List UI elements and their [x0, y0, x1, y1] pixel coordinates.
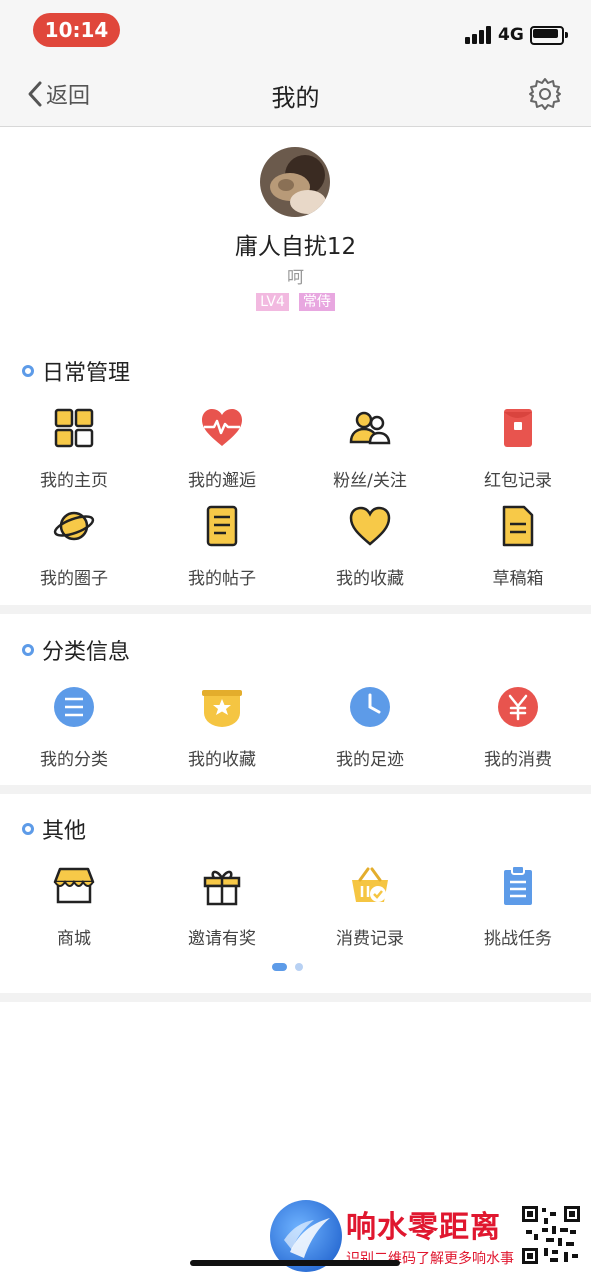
menu-item-fans-follow[interactable]: 粉丝/关注 [296, 406, 444, 491]
section-divider [0, 605, 591, 614]
level-badge: LV4 [256, 293, 289, 311]
list-icon [54, 687, 94, 727]
network-type: 4G [498, 25, 524, 45]
heart-icon [349, 506, 391, 546]
badge-row: LV4 常侍 [0, 293, 591, 311]
red-envelope-icon [504, 409, 532, 447]
rank-badge: 常侍 [298, 293, 335, 311]
menu-item-label: 我的收藏 [188, 750, 256, 770]
page-dot-active[interactable] [272, 963, 287, 971]
status-time: 10:14 [33, 13, 120, 47]
section-category: 分类信息 我的分类 我的收藏 我的足迹 我的消费 [0, 635, 591, 785]
nav-bar: 返回 我的 [0, 60, 591, 127]
profile-header: 庸人自扰12 呵 LV4 常侍 [0, 127, 591, 327]
menu-item-drafts[interactable]: 草稿箱 [444, 504, 591, 589]
section-dot-icon [22, 644, 34, 656]
section-dot-icon [22, 823, 34, 835]
grid-icon [54, 408, 94, 448]
page-dot[interactable] [295, 963, 303, 971]
menu-item-label: 邀请有奖 [188, 929, 256, 949]
menu-item-label: 挑战任务 [484, 929, 552, 949]
status-bar: 10:14 4G [0, 0, 591, 60]
menu-item-label: 我的分类 [40, 750, 108, 770]
menu-item-label: 消费记录 [336, 929, 404, 949]
menu-item-encounters[interactable]: 我的邂逅 [148, 406, 296, 491]
section-dot-icon [22, 365, 34, 377]
section-title: 日常管理 [42, 361, 131, 386]
gift-icon [203, 870, 241, 906]
menu-item-my-category[interactable]: 我的分类 [0, 685, 148, 770]
menu-item-spend-records[interactable]: 消费记录 [296, 864, 444, 949]
section-divider [0, 785, 591, 794]
menu-item-homepage[interactable]: 我的主页 [0, 406, 148, 491]
menu-item-label: 红包记录 [484, 471, 552, 491]
clock-icon [350, 687, 390, 727]
menu-item-shop[interactable]: 商城 [0, 864, 148, 949]
section-header: 日常管理 [22, 356, 130, 386]
menu-item-favorites[interactable]: 我的收藏 [296, 504, 444, 589]
menu-item-label: 商城 [57, 929, 91, 949]
heart-pulse-icon [202, 409, 242, 446]
page-indicator[interactable] [272, 963, 303, 971]
yen-icon [498, 687, 538, 727]
menu-item-posts[interactable]: 我的帖子 [148, 504, 296, 589]
menu-item-label: 我的邂逅 [188, 471, 256, 491]
star-icon [202, 690, 242, 727]
home-indicator[interactable] [190, 1260, 400, 1266]
menu-item-footprints[interactable]: 我的足迹 [296, 685, 444, 770]
menu-item-label: 粉丝/关注 [333, 471, 407, 491]
gear-icon[interactable] [528, 77, 562, 111]
menu-item-label: 我的消费 [484, 750, 552, 770]
avatar[interactable] [260, 147, 330, 217]
draft-icon [502, 505, 534, 547]
planet-icon [53, 511, 95, 541]
menu-item-label: 我的圈子 [40, 569, 108, 589]
section-header: 分类信息 [22, 635, 130, 665]
menu-item-label: 草稿箱 [492, 569, 544, 589]
menu-item-label: 我的足迹 [336, 750, 404, 770]
basket-icon [352, 867, 388, 902]
menu-item-category-favorites[interactable]: 我的收藏 [148, 685, 296, 770]
menu-item-label: 我的帖子 [188, 569, 256, 589]
battery-icon [530, 26, 568, 45]
section-header: 其他 [22, 814, 86, 844]
post-icon [206, 505, 238, 547]
watermark-title: 响水零距离 [346, 1210, 501, 1245]
menu-item-challenge[interactable]: 挑战任务 [444, 864, 591, 949]
shop-icon [53, 867, 95, 904]
menu-item-red-envelope[interactable]: 红包记录 [444, 406, 591, 491]
menu-item-label: 我的收藏 [336, 569, 404, 589]
menu-item-circles[interactable]: 我的圈子 [0, 504, 148, 589]
section-divider [0, 993, 591, 1002]
username: 庸人自扰12 [234, 234, 357, 260]
page-title: 我的 [271, 84, 320, 112]
menu-item-spending[interactable]: 我的消费 [444, 685, 591, 770]
section-title: 其他 [42, 819, 87, 844]
menu-item-label: 我的主页 [40, 471, 108, 491]
menu-item-invite[interactable]: 邀请有奖 [148, 864, 296, 949]
signature: 呵 [287, 268, 304, 288]
clipboard-icon [504, 865, 532, 905]
section-title: 分类信息 [42, 640, 131, 665]
qr-code [520, 1204, 582, 1266]
users-icon [349, 411, 391, 445]
section-daily: 日常管理 我的主页 我的邂逅 粉丝/关注 红包记录 我的圈子 我的帖子 我的收藏… [0, 356, 591, 606]
